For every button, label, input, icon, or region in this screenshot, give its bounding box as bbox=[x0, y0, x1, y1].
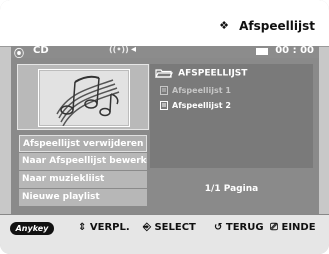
diamond-icon: ❖ bbox=[219, 19, 229, 32]
menu-item-delete-playlist[interactable]: Afspeellijst verwijderen bbox=[19, 135, 147, 152]
back-hint: ↺ TERUG bbox=[214, 222, 264, 233]
move-hint: ⇕ VERPL. bbox=[78, 222, 130, 233]
content-area: Afspeellijst verwijderen Naar Afspeellij… bbox=[11, 58, 319, 214]
playlist-item-label: Afspeellijst 1 bbox=[172, 86, 231, 95]
speaker-icon: ◂ bbox=[131, 44, 137, 55]
document-icon bbox=[160, 86, 168, 95]
menu-item-edit-playlist[interactable]: Naar Afspeellijst bewerken bbox=[19, 153, 147, 170]
folder-row: AFSPEELLIJST bbox=[155, 68, 247, 79]
page-title: Afspeellijst bbox=[239, 19, 315, 33]
music-notes-graphic bbox=[56, 75, 120, 127]
header: ❖ Afspeellijst bbox=[0, 0, 329, 47]
folder-icon bbox=[155, 69, 173, 78]
display-icon bbox=[256, 48, 268, 55]
context-menu: Afspeellijst verwijderen Naar Afspeellij… bbox=[19, 135, 147, 207]
time-display: 00 : 00 bbox=[275, 45, 314, 56]
select-icon: ⎆ bbox=[143, 222, 151, 233]
screen: ❖ Afspeellijst ⦿ CD ((•)) ◂ 00 : 00 Afsp… bbox=[0, 0, 329, 254]
menu-item-music-list[interactable]: Naar muziekliist bbox=[19, 171, 147, 188]
anykey-button[interactable]: Anykey bbox=[10, 222, 54, 235]
document-icon bbox=[160, 101, 168, 110]
playlist-item-1[interactable]: Afspeellijst 1 bbox=[160, 86, 231, 95]
music-note-icon bbox=[38, 69, 130, 127]
end-icon: ⎚ bbox=[270, 222, 278, 233]
menu-item-new-playlist[interactable]: Nieuwe playlist bbox=[19, 189, 147, 206]
select-hint: ⎆ SELECT bbox=[143, 222, 196, 233]
status-bar: ⦿ CD ((•)) ◂ 00 : 00 bbox=[11, 44, 319, 60]
up-down-arrow-icon: ⇕ bbox=[78, 222, 87, 233]
playlist-item-label: Afspeellijst 2 bbox=[172, 101, 231, 110]
playlist-item-2[interactable]: Afspeellijst 2 bbox=[160, 101, 231, 110]
folder-label: AFSPEELLIJST bbox=[178, 68, 248, 79]
thumbnail-frame bbox=[17, 64, 149, 130]
surround-icon: ((•)) bbox=[109, 45, 129, 54]
back-icon: ↺ bbox=[214, 222, 223, 233]
page-indicator: 1/1 Pagina bbox=[204, 184, 259, 194]
footer-bar: Anykey ⇕ VERPL. ⎆ SELECT ↺ TERUG ⎚ EINDE bbox=[0, 214, 329, 254]
source-label: CD bbox=[33, 45, 49, 56]
playlist-panel: AFSPEELLIJST Afspeellijst 1 Afspeellijst… bbox=[150, 64, 313, 168]
end-hint: ⎚ EINDE bbox=[270, 222, 316, 233]
